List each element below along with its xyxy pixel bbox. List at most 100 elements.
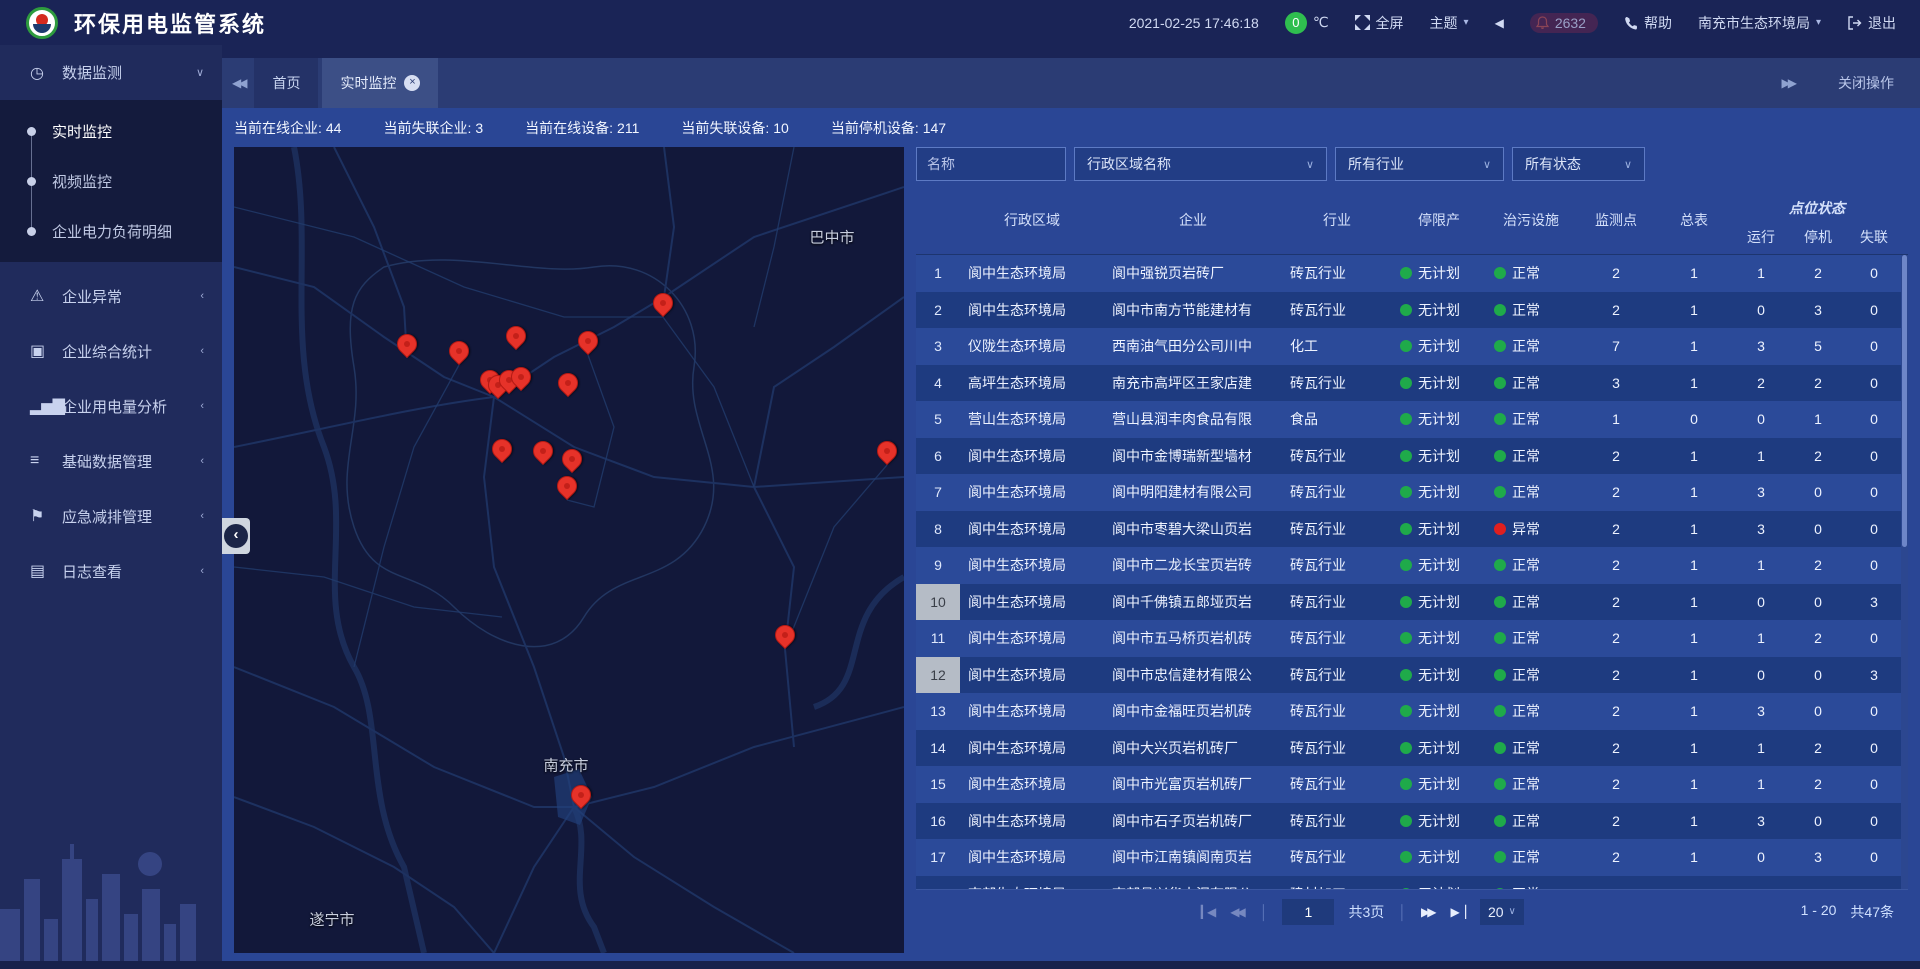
table-row[interactable]: 17 阆中生态环境局 阆中市江南镇阆南页岩 砖瓦行业 无计划 正常 2	[916, 839, 1908, 876]
mute-button[interactable]: ◀	[1495, 16, 1504, 30]
row-lost: 0	[1846, 776, 1902, 792]
sidebar-item[interactable]: ▣ 企业综合统计 ‹	[0, 325, 222, 377]
tabs-scroll-left-button[interactable]: ◀◀	[222, 58, 254, 108]
sidebar-subitem[interactable]: 企业电力负荷明细	[0, 206, 222, 256]
table-row[interactable]: 1 阆中生态环境局 阆中强锐页岩砖厂 砖瓦行业 无计划 正常 2	[916, 255, 1908, 292]
record-total-label: 共47条	[1850, 902, 1894, 922]
row-run: 0	[1732, 849, 1790, 865]
skyline-decoration	[0, 819, 222, 969]
region-select[interactable]: 行政区域名称 ∨	[1074, 147, 1327, 181]
previous-page-button[interactable]: ◀◀	[1230, 905, 1245, 919]
row-run: 1	[1732, 630, 1790, 646]
row-region: 阆中生态环境局	[960, 263, 1104, 283]
logout-button[interactable]: 退出	[1847, 13, 1896, 33]
row-industry: 砖瓦行业	[1282, 482, 1392, 502]
sidebar-collapse-handle[interactable]: ‹	[222, 518, 250, 554]
table-row[interactable]: 14 阆中生态环境局 阆中大兴页岩机砖厂 砖瓦行业 无计划 正常 2	[916, 730, 1908, 767]
col-region: 行政区域	[960, 186, 1104, 254]
sidebar-item[interactable]: ⚑ 应急减排管理 ‹	[0, 490, 222, 542]
sidebar-groups: ⚠ 企业异常 ‹ ▣ 企业综合统计 ‹ ▂▅▇ 企业用电量分析 ‹ ≡ 基础数据…	[0, 270, 222, 597]
table-row[interactable]: 4 高坪生态环境局 南充市高坪区王家店建 砖瓦行业 无计划 正常 3	[916, 365, 1908, 402]
table-row[interactable]: 6 阆中生态环境局 阆中市金博瑞新型墙材 砖瓦行业 无计划 正常 2	[916, 438, 1908, 475]
table-row[interactable]: 11 阆中生态环境局 阆中市五马桥页岩机砖 砖瓦行业 无计划 正常 2	[916, 620, 1908, 657]
tab-realtime-monitoring[interactable]: 实时监控 ×	[322, 58, 438, 108]
table-row[interactable]: 16 阆中生态环境局 阆中市石子页岩机砖厂 砖瓦行业 无计划 正常 2	[916, 803, 1908, 840]
user-dropdown[interactable]: 南充市生态环境局 ▾	[1698, 13, 1821, 33]
status-dot-icon	[1494, 669, 1506, 681]
status-dot-icon	[1400, 851, 1412, 863]
row-stop: 0	[1790, 703, 1846, 719]
tabs-scroll-right-button[interactable]: ▶▶	[1772, 58, 1804, 108]
table-row[interactable]: 9 阆中生态环境局 阆中市二龙长宝页岩砖 砖瓦行业 无计划 正常 2	[916, 547, 1908, 584]
row-points: 3	[1576, 375, 1656, 391]
table-scrollbar[interactable]	[1901, 255, 1908, 889]
row-facility-status: 正常	[1486, 628, 1576, 648]
row-stop: 2	[1790, 630, 1846, 646]
next-page-button[interactable]: ▶▶	[1421, 905, 1436, 919]
first-page-button[interactable]: ▎◀	[1201, 905, 1216, 919]
row-limit-status: 无计划	[1392, 665, 1486, 685]
row-meter: 1	[1656, 776, 1732, 792]
last-page-button[interactable]: ▶▕	[1450, 905, 1465, 919]
row-facility-status: 正常	[1486, 555, 1576, 575]
row-index: 14	[916, 730, 960, 767]
help-button[interactable]: 帮助	[1624, 13, 1672, 33]
sidebar-subitem[interactable]: 实时监控	[0, 106, 222, 156]
row-industry: 砖瓦行业	[1282, 738, 1392, 758]
close-operations-button[interactable]: 关闭操作	[1838, 73, 1894, 93]
row-run: 3	[1732, 484, 1790, 500]
status-dot-icon	[1400, 632, 1412, 644]
row-meter: 1	[1656, 813, 1732, 829]
row-region: 阆中生态环境局	[960, 811, 1104, 831]
row-industry: 砖瓦行业	[1282, 628, 1392, 648]
col-points: 监测点	[1576, 186, 1656, 254]
theme-dropdown[interactable]: 主题 ▾	[1430, 13, 1469, 33]
double-chevron-left-icon: ◀◀	[232, 76, 244, 90]
row-run: 3	[1732, 521, 1790, 537]
page-size-select[interactable]: 20 ∨	[1480, 899, 1524, 925]
map-panel[interactable]: 巴中市南充市遂宁市	[234, 147, 904, 953]
chevron-down-icon: ∨	[1509, 906, 1516, 917]
table-row[interactable]: 12 阆中生态环境局 阆中市忠信建材有限公 砖瓦行业 无计划 正常 2	[916, 657, 1908, 694]
chevron-left-icon: ‹	[200, 290, 204, 302]
sidebar-item[interactable]: ▂▅▇ 企业用电量分析 ‹	[0, 380, 222, 432]
row-company: 西南油气田分公司川中	[1104, 336, 1282, 356]
row-limit-status: 无计划	[1392, 336, 1486, 356]
row-meter: 1	[1656, 484, 1732, 500]
status-select[interactable]: 所有状态 ∨	[1512, 147, 1645, 181]
sidebar-item-data-monitoring[interactable]: ◷ 数据监测 ∨	[0, 45, 222, 100]
name-search-input[interactable]	[916, 147, 1066, 181]
row-region: 阆中生态环境局	[960, 701, 1104, 721]
status-dot-icon	[1400, 413, 1412, 425]
fullscreen-button[interactable]: 全屏	[1355, 13, 1404, 33]
table-row[interactable]: 10 阆中生态环境局 阆中千佛镇五郎垭页岩 砖瓦行业 无计划 正常 2	[916, 584, 1908, 621]
row-run: 1	[1732, 776, 1790, 792]
table-row[interactable]: 8 阆中生态环境局 阆中市枣碧大梁山页岩 砖瓦行业 无计划 异常 2	[916, 511, 1908, 548]
sidebar-item[interactable]: ▤ 日志查看 ‹	[0, 545, 222, 597]
row-region: 阆中生态环境局	[960, 628, 1104, 648]
industry-select[interactable]: 所有行业 ∨	[1335, 147, 1504, 181]
table-row[interactable]: 13 阆中生态环境局 阆中市金福旺页岩机砖 砖瓦行业 无计划 正常 2	[916, 693, 1908, 730]
chevron-left-icon: ‹	[200, 565, 204, 577]
close-icon[interactable]: ×	[404, 75, 420, 91]
page-number-input[interactable]	[1282, 899, 1334, 925]
sidebar: ◷ 数据监测 ∨ 实时监控 视频监控 企业电力负荷明细 ⚠ 企业异常 ‹	[0, 45, 222, 969]
notifications-button[interactable]: 2632	[1530, 13, 1598, 33]
sidebar-item[interactable]: ⚠ 企业异常 ‹	[0, 270, 222, 322]
row-meter: 1	[1656, 849, 1732, 865]
sidebar-item[interactable]: ≡ 基础数据管理 ‹	[0, 435, 222, 487]
table-row[interactable]: 15 阆中生态环境局 阆中市光富页岩机砖厂 砖瓦行业 无计划 正常 2	[916, 766, 1908, 803]
sidebar-subitem[interactable]: 视频监控	[0, 156, 222, 206]
row-index: 9	[916, 547, 960, 584]
table-row[interactable]: 3 仪陇生态环境局 西南油气田分公司川中 化工 无计划 正常 7	[916, 328, 1908, 365]
row-region: 阆中生态环境局	[960, 592, 1104, 612]
table-row[interactable]: 7 阆中生态环境局 阆中明阳建材有限公司 砖瓦行业 无计划 正常 2	[916, 474, 1908, 511]
table-row[interactable]: 2 阆中生态环境局 阆中市南方节能建材有 砖瓦行业 无计划 正常 2	[916, 292, 1908, 329]
tab-home[interactable]: 首页	[254, 58, 318, 108]
table-row[interactable]: 5 营山生态环境局 营山县润丰肉食品有限 食品 无计划 正常 1	[916, 401, 1908, 438]
chevron-down-icon: ∨	[1469, 158, 1491, 171]
sidebar-submenu: 实时监控 视频监控 企业电力负荷明细	[0, 100, 222, 262]
table-row[interactable]: 18 南部生态环境局 南部县兴华水泥有限公 建材加工 无计划 正常 6	[916, 876, 1908, 890]
exit-icon	[1847, 16, 1862, 30]
row-run: 1	[1732, 265, 1790, 281]
